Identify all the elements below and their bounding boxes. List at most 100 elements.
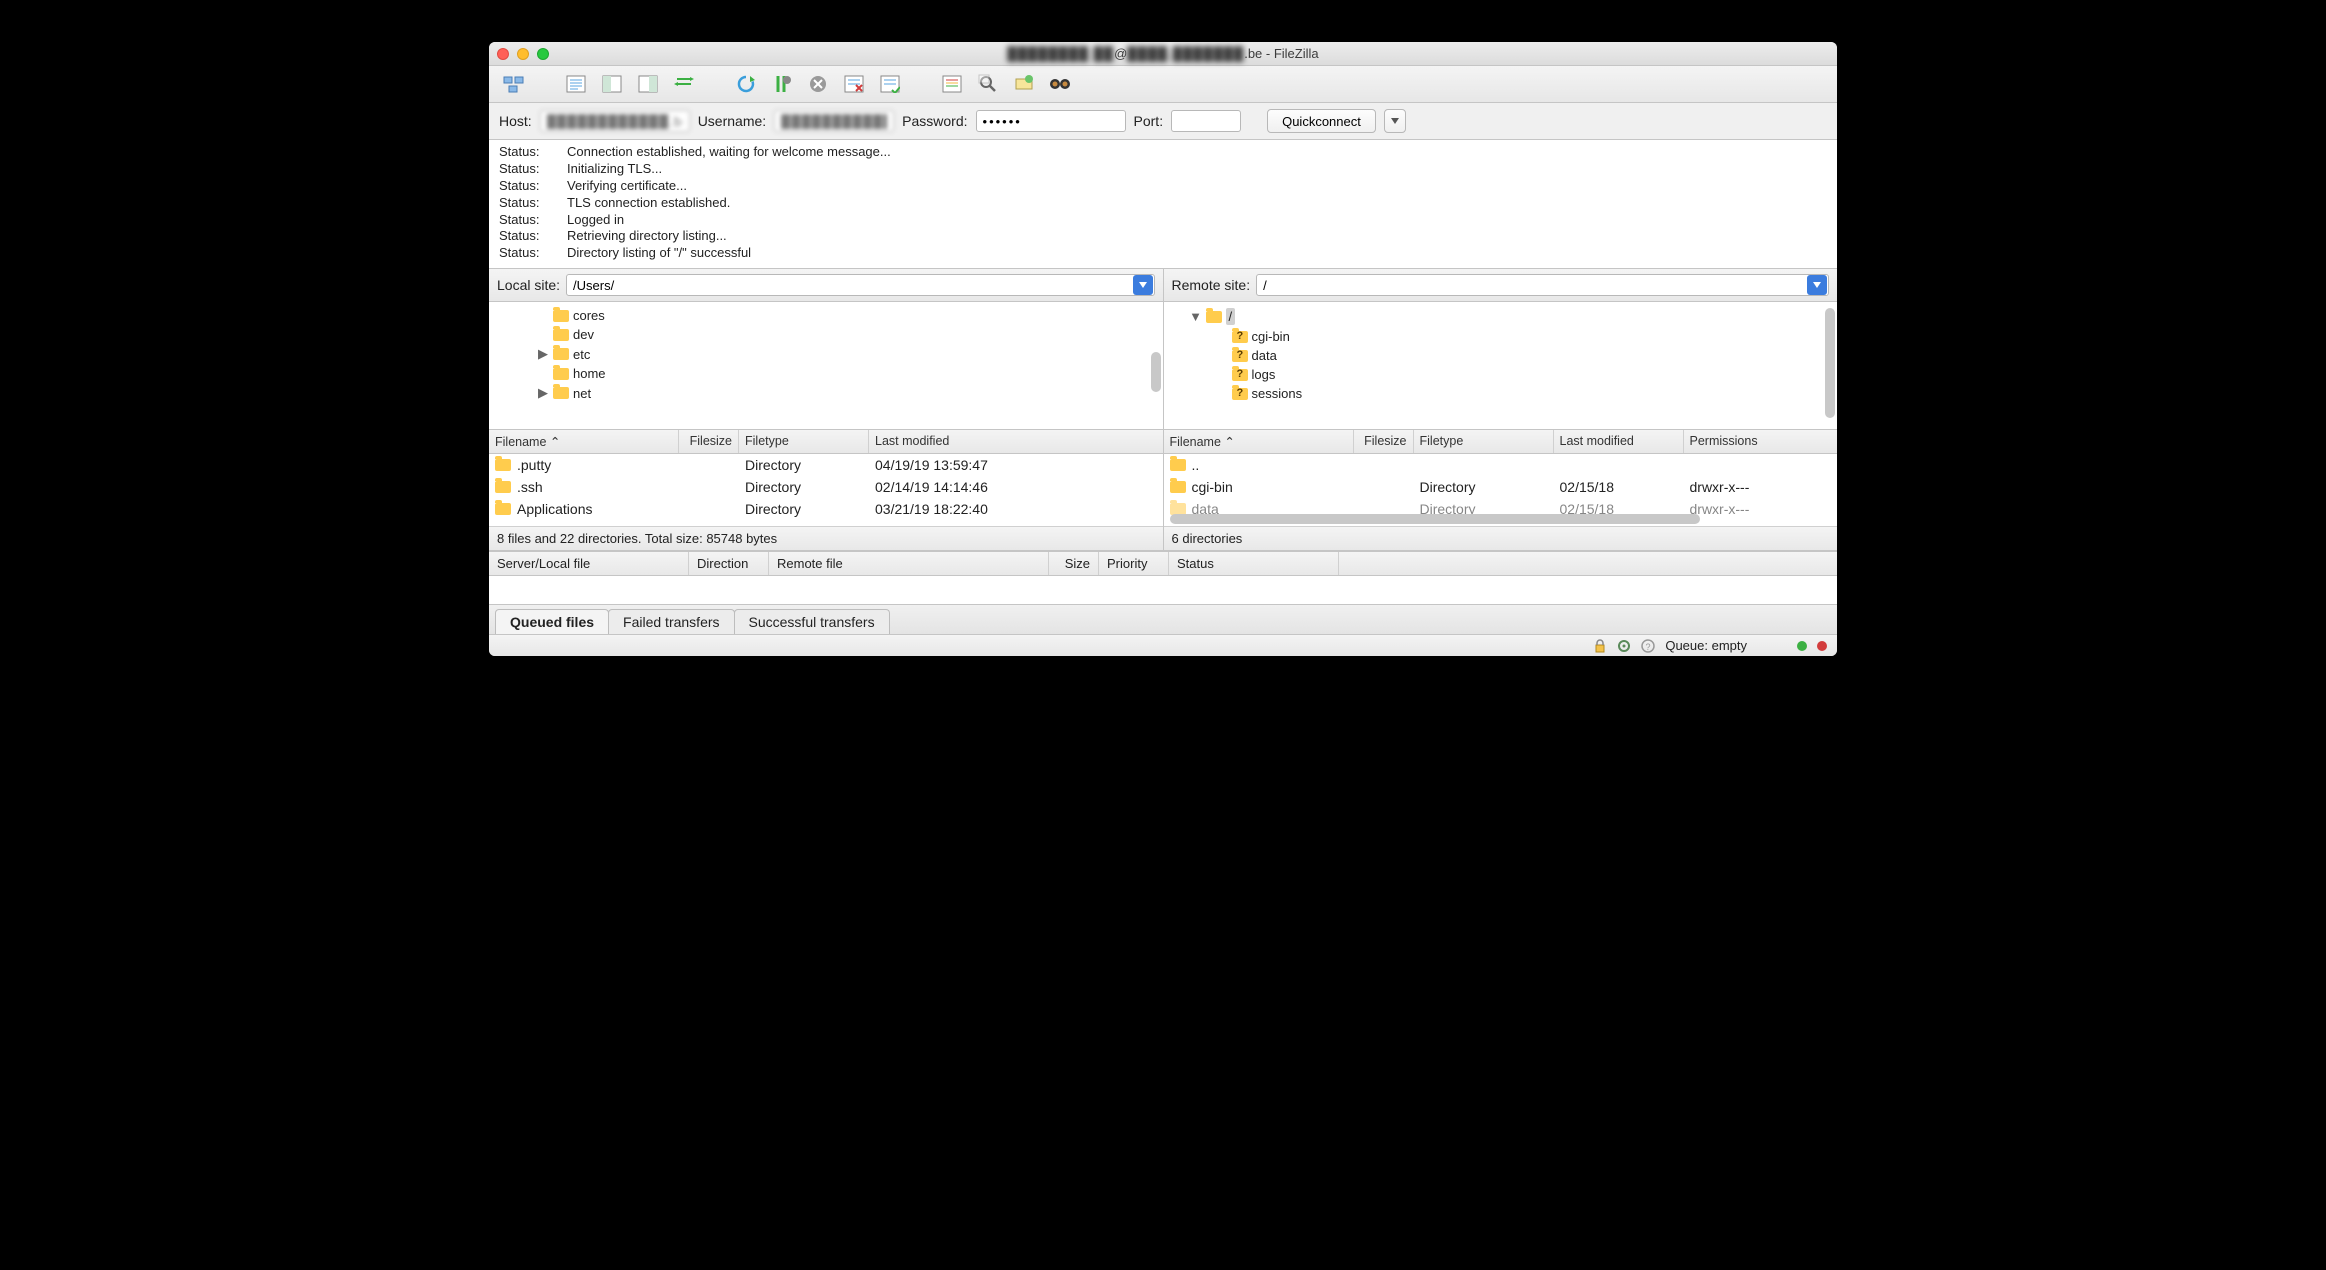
col-modified[interactable]: Last modified <box>1554 430 1684 453</box>
gear-icon[interactable] <box>1617 639 1631 653</box>
remote-file-list[interactable]: ..cgi-binDirectory02/15/18drwxr-x---data… <box>1164 454 1838 526</box>
lock-icon[interactable] <box>1593 639 1607 653</box>
tab-queued[interactable]: Queued files <box>495 609 609 634</box>
tree-node[interactable]: logs <box>1164 365 1838 384</box>
local-path-combo[interactable] <box>566 274 1154 296</box>
local-tree[interactable]: coresdev▶etchome ▶ net <box>489 302 1163 430</box>
cancel-icon[interactable] <box>803 72 833 96</box>
file-row[interactable]: .sshDirectory02/14/19 14:14:46 <box>489 476 1163 498</box>
tree-node[interactable]: sessions <box>1164 384 1838 403</box>
filter-icon[interactable] <box>937 72 967 96</box>
host-input[interactable] <box>540 110 690 132</box>
file-row[interactable]: cgi-binDirectory02/15/18drwxr-x--- <box>1164 476 1838 498</box>
tree-node[interactable]: cores <box>489 306 1163 325</box>
scrollbar-horizontal[interactable] <box>1170 514 1818 524</box>
file-row[interactable]: ApplicationsDirectory03/21/19 18:22:40 <box>489 498 1163 520</box>
remote-tree[interactable]: ▼ / cgi-bin data logssessions <box>1164 302 1838 430</box>
disclosure-triangle-icon[interactable]: ▶ <box>537 385 549 401</box>
quickconnect-dropdown[interactable] <box>1384 109 1406 133</box>
tree-node-label: / <box>1226 308 1236 325</box>
chevron-down-icon[interactable] <box>1807 275 1827 295</box>
col-permissions[interactable]: Permissions <box>1684 430 1838 453</box>
process-queue-icon[interactable] <box>767 72 797 96</box>
tree-node-label: net <box>573 386 591 401</box>
activity-indicator-send-icon <box>1817 641 1827 651</box>
local-file-list[interactable]: .puttyDirectory04/19/19 13:59:47.sshDire… <box>489 454 1163 526</box>
qcol-server[interactable]: Server/Local file <box>489 552 689 575</box>
password-input[interactable] <box>976 110 1126 132</box>
qcol-empty <box>1339 552 1837 575</box>
col-filename[interactable]: Filename ⌃ <box>489 430 679 453</box>
folder-unknown-icon <box>1232 331 1248 343</box>
qcol-direction[interactable]: Direction <box>689 552 769 575</box>
filename-cell: .ssh <box>517 479 685 495</box>
refresh-icon[interactable] <box>731 72 761 96</box>
file-row[interactable]: .puttyDirectory04/19/19 13:59:47 <box>489 454 1163 476</box>
chevron-down-icon[interactable] <box>1133 275 1153 295</box>
zoom-icon[interactable] <box>537 48 549 60</box>
remote-pane: Remote site: ▼ / cgi-bindatalogssessions <box>1164 269 1838 550</box>
tree-node[interactable]: ▶etc <box>489 344 1163 364</box>
toggle-remote-tree-icon[interactable] <box>633 72 663 96</box>
tab-failed[interactable]: Failed transfers <box>608 609 734 634</box>
col-filetype[interactable]: Filetype <box>739 430 869 453</box>
tree-node-label: data <box>1252 348 1277 363</box>
queue-header[interactable]: Server/Local file Direction Remote file … <box>489 551 1837 576</box>
local-path-input[interactable] <box>567 278 1132 293</box>
remote-path-combo[interactable] <box>1256 274 1829 296</box>
quickconnect-button[interactable]: Quickconnect <box>1267 109 1376 133</box>
username-input[interactable] <box>774 110 894 132</box>
toggle-log-icon[interactable] <box>561 72 591 96</box>
col-modified[interactable]: Last modified <box>869 430 1163 453</box>
close-icon[interactable] <box>497 48 509 60</box>
local-list-header[interactable]: Filename ⌃ Filesize Filetype Last modifi… <box>489 430 1163 454</box>
qcol-priority[interactable]: Priority <box>1099 552 1169 575</box>
toggle-local-tree-icon[interactable] <box>597 72 627 96</box>
compare-icon[interactable] <box>1009 72 1039 96</box>
tree-node[interactable]: ▼ / <box>1164 306 1838 327</box>
local-status: 8 files and 22 directories. Total size: … <box>489 526 1163 550</box>
queue-body[interactable] <box>489 576 1837 604</box>
log-label: Status: <box>499 245 547 262</box>
find-icon[interactable] <box>1045 72 1075 96</box>
tree-node[interactable]: data <box>1164 346 1838 365</box>
port-input[interactable] <box>1171 110 1241 132</box>
remote-status: 6 directories <box>1164 526 1838 550</box>
col-filetype[interactable]: Filetype <box>1414 430 1554 453</box>
reconnect-icon[interactable] <box>875 72 905 96</box>
search-icon[interactable] <box>973 72 1003 96</box>
tab-successful[interactable]: Successful transfers <box>734 609 890 634</box>
folder-icon <box>495 459 511 471</box>
scrollbar-thumb[interactable] <box>1825 308 1835 418</box>
file-row[interactable]: .. <box>1164 454 1838 476</box>
tree-node-label: cgi-bin <box>1252 329 1290 344</box>
titlebar[interactable]: ████████ ██@████.███████.be - FileZilla <box>489 42 1837 66</box>
col-filesize[interactable]: Filesize <box>1354 430 1414 453</box>
tree-node[interactable]: cgi-bin <box>1164 327 1838 346</box>
tree-node[interactable]: home <box>489 364 1163 383</box>
col-filesize[interactable]: Filesize <box>679 430 739 453</box>
scrollbar-thumb[interactable] <box>1151 352 1161 392</box>
tree-node[interactable]: dev <box>489 325 1163 344</box>
site-manager-icon[interactable] <box>499 72 529 96</box>
qcol-size[interactable]: Size <box>1049 552 1099 575</box>
remote-list-header[interactable]: Filename ⌃ Filesize Filetype Last modifi… <box>1164 430 1838 454</box>
col-filename[interactable]: Filename ⌃ <box>1164 430 1354 453</box>
remote-path-input[interactable] <box>1257 278 1807 293</box>
toggle-queue-icon[interactable] <box>669 72 699 96</box>
tree-node[interactable]: ▶ net <box>489 383 1163 403</box>
help-icon[interactable]: ? <box>1641 639 1655 653</box>
activity-indicator-recv-icon <box>1797 641 1807 651</box>
qcol-remote[interactable]: Remote file <box>769 552 1049 575</box>
folder-icon <box>553 368 569 380</box>
message-log[interactable]: Status:Connection established, waiting f… <box>489 140 1837 269</box>
disclosure-triangle-icon[interactable]: ▶ <box>537 346 549 362</box>
minimize-icon[interactable] <box>517 48 529 60</box>
disclosure-triangle-icon[interactable]: ▼ <box>1190 309 1202 324</box>
disconnect-icon[interactable] <box>839 72 869 96</box>
username-label: Username: <box>698 113 766 129</box>
queue-status: Queue: empty <box>1665 638 1747 653</box>
status-bar: ? Queue: empty <box>489 634 1837 656</box>
qcol-status[interactable]: Status <box>1169 552 1339 575</box>
filetype-cell: Directory <box>745 501 875 517</box>
